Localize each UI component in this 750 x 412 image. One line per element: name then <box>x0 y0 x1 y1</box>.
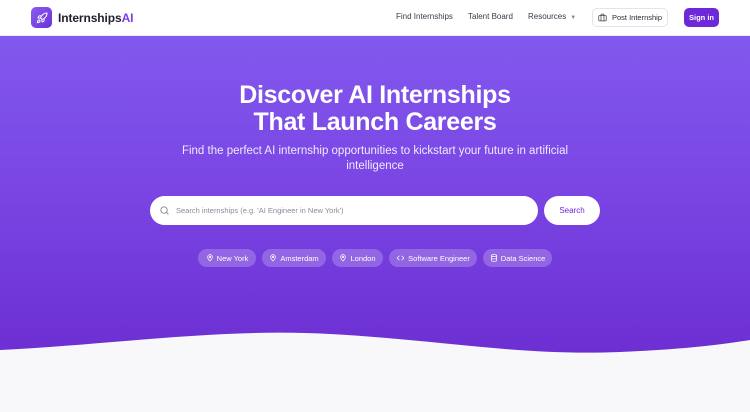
chip-amsterdam[interactable]: Amsterdam <box>262 249 326 267</box>
quick-filter-chips: New York Amsterdam London Software Engin… <box>0 249 750 267</box>
chip-label: Amsterdam <box>280 253 319 263</box>
chip-label: Software Engineer <box>408 253 470 263</box>
search-bar <box>150 196 538 225</box>
chip-label: Data Science <box>500 253 546 263</box>
top-navbar: InternshipsAI Find Internships Talent Bo… <box>0 0 750 36</box>
chip-software-engineer[interactable]: Software Engineer <box>389 249 477 267</box>
nav-link-resources[interactable]: Resources ▼ <box>528 12 576 21</box>
hero-title-line-2: That Launch Careers <box>253 108 497 136</box>
map-pin-icon <box>340 254 347 262</box>
search-input[interactable] <box>176 206 516 215</box>
nav-link-find-internships[interactable]: Find Internships <box>396 12 453 21</box>
chip-london[interactable]: London <box>332 249 383 267</box>
search-button[interactable]: Search <box>544 196 600 225</box>
search-icon <box>160 206 169 215</box>
post-internship-label: Post Internship <box>611 13 663 22</box>
chip-new-york[interactable]: New York <box>198 249 256 267</box>
code-icon <box>396 255 405 261</box>
briefcase-icon <box>598 13 607 22</box>
nav-link-talent-board[interactable]: Talent Board <box>468 12 513 21</box>
hero-wave-divider <box>0 332 750 412</box>
sign-in-button[interactable]: Sign in <box>684 8 719 27</box>
nav-link-resources-label: Resources <box>528 12 567 21</box>
chip-label: London <box>350 253 376 263</box>
post-internship-button[interactable]: Post Internship <box>592 8 668 27</box>
hero-title: Discover AI Internships That Launch Care… <box>0 82 750 136</box>
hero-title-line-1: Discover AI Internships <box>239 81 511 109</box>
chip-data-science[interactable]: Data Science <box>483 249 552 267</box>
hero-subtitle: Find the perfect AI internship opportuni… <box>181 145 569 172</box>
chevron-down-icon: ▼ <box>570 15 577 21</box>
database-icon <box>490 254 497 262</box>
chip-label: New York <box>216 253 249 263</box>
map-pin-icon <box>270 254 277 262</box>
map-pin-icon <box>206 254 213 262</box>
